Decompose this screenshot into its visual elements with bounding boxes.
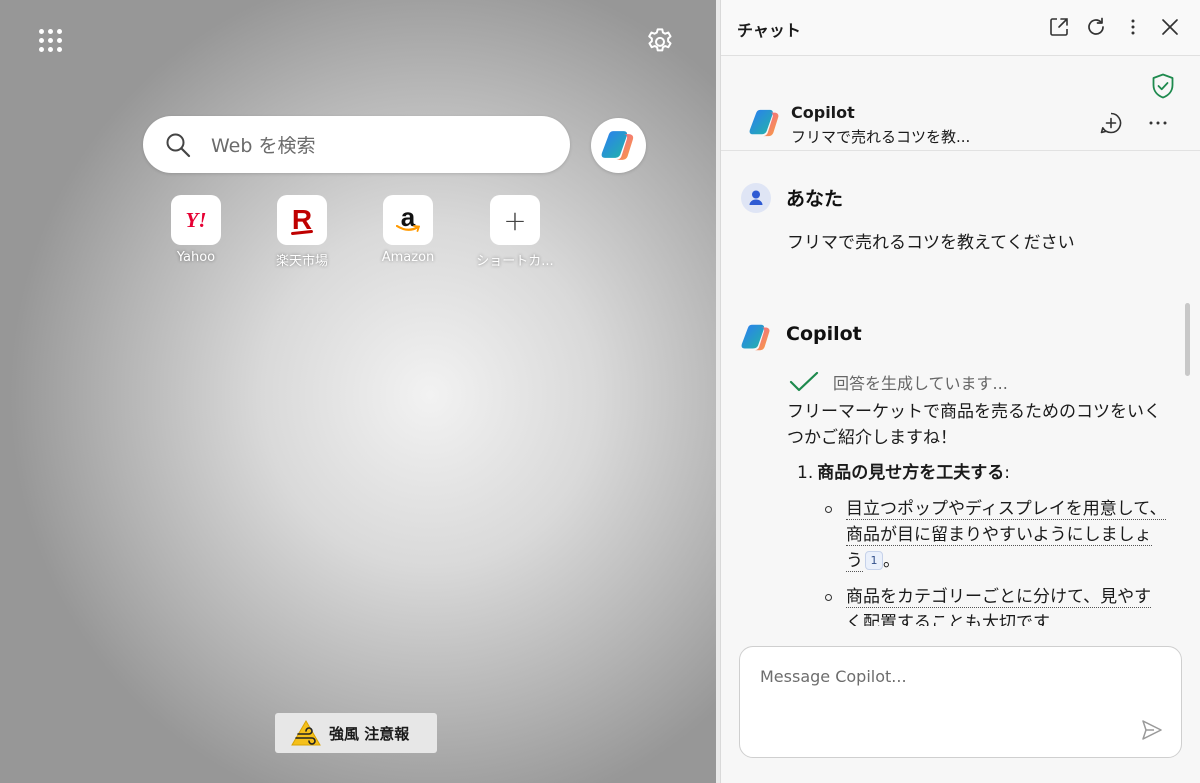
plus-glyph: + xyxy=(503,203,527,237)
shortcut-label: Yahoo xyxy=(176,250,216,265)
copilot-logo-icon xyxy=(601,131,634,160)
bullet-item: 商品をカテゴリーごとに分けて、見やすく配置することも大切です xyxy=(787,584,1167,626)
new-tab-page: Y! Yahoo R 楽天市場 a Amazon + ショートカ... xyxy=(0,0,716,783)
settings-gear-icon[interactable] xyxy=(644,26,676,58)
new-chat-icon[interactable] xyxy=(1099,111,1123,135)
generation-status: 回答を生成しています... xyxy=(789,370,1008,394)
message-input[interactable] xyxy=(758,665,1142,729)
yahoo-logo-icon: Y! xyxy=(171,195,221,245)
shortcut-amazon[interactable]: a Amazon xyxy=(358,195,458,265)
app-launcher-icon[interactable] xyxy=(36,26,66,56)
chat-panel-header: チャット xyxy=(721,0,1200,56)
generation-status-text: 回答を生成しています... xyxy=(833,374,1008,393)
checkmark-icon xyxy=(789,372,819,392)
shortcut-add[interactable]: + ショートカ... xyxy=(465,195,565,269)
refresh-icon[interactable] xyxy=(1085,16,1107,38)
conversation-subtitle: フリマで売れるコツを教... xyxy=(791,128,971,146)
amazon-logo-icon: a xyxy=(383,195,433,245)
message-list[interactable]: あなた フリマで売れるコツを教えてください Copilot 回答を生成しています… xyxy=(721,152,1200,626)
copilot-logo-icon xyxy=(749,109,779,137)
search-icon xyxy=(166,133,191,158)
bullet-text[interactable]: 商品をカテゴリーごとに分けて、見やすく配置することも大切です xyxy=(846,587,1152,626)
user-avatar xyxy=(741,183,771,213)
list-number: 1. xyxy=(797,463,814,483)
conversation-header: Copilot フリマで売れるコツを教... xyxy=(721,95,1200,151)
conversation-name: Copilot xyxy=(791,103,855,122)
open-in-new-icon[interactable] xyxy=(1048,16,1070,38)
bullet-item: 目立つポップやディスプレイを用意して、商品が目に留まりやすいようにしましょう 1。 xyxy=(787,496,1167,574)
shortcut-yahoo[interactable]: Y! Yahoo xyxy=(146,195,246,265)
chat-side-panel: チャット Copilot フリマで売れるコツを教... あなた フリマで売れるコ… xyxy=(720,0,1200,783)
weather-alert-label: 強風 注意報 xyxy=(329,724,410,743)
shortcut-label: 楽天市場 xyxy=(275,254,328,269)
weather-alert-badge[interactable]: 強風 注意報 xyxy=(275,713,437,753)
bot-sender-name: Copilot xyxy=(786,323,862,345)
panel-title: チャット xyxy=(737,21,801,40)
more-options-vertical-icon[interactable] xyxy=(1122,16,1144,38)
shortcut-rakuten[interactable]: R 楽天市場 xyxy=(252,195,352,269)
list-item-title: 商品の見せ方を工夫する xyxy=(817,463,1005,483)
answer-intro: フリーマーケットで商品を売るためのコツをいくつかご紹介しますね！ xyxy=(787,402,1161,448)
more-options-icon[interactable] xyxy=(1147,112,1169,134)
user-message-text: フリマで売れるコツを教えてください xyxy=(787,233,1075,253)
close-icon[interactable] xyxy=(1159,16,1181,38)
message-composer[interactable] xyxy=(739,646,1182,758)
bullet-end: 。 xyxy=(883,551,900,571)
list-item-suffix: : xyxy=(1004,463,1010,483)
copilot-button[interactable] xyxy=(591,118,646,173)
web-search-box[interactable] xyxy=(143,116,570,173)
person-icon xyxy=(749,190,763,205)
shortcut-label: ショートカ... xyxy=(476,254,554,269)
send-icon[interactable] xyxy=(1140,718,1164,742)
wind-warning-icon xyxy=(291,720,321,746)
scrollbar-thumb[interactable] xyxy=(1185,303,1190,376)
copilot-logo-icon xyxy=(741,324,770,351)
search-input[interactable] xyxy=(209,130,543,162)
list-item: 1. 商品の見せ方を工夫する: xyxy=(787,460,1167,486)
citation-badge[interactable]: 1 xyxy=(865,551,883,570)
bot-answer: フリーマーケットで商品を売るためのコツをいくつかご紹介しますね！ 1. 商品の見せ… xyxy=(787,399,1167,626)
yahoo-glyph: Y! xyxy=(185,207,207,232)
plus-icon: + xyxy=(490,195,540,245)
rakuten-logo-icon: R xyxy=(277,195,327,245)
user-sender-name: あなた xyxy=(786,188,844,210)
shortcut-label: Amazon xyxy=(381,250,435,265)
